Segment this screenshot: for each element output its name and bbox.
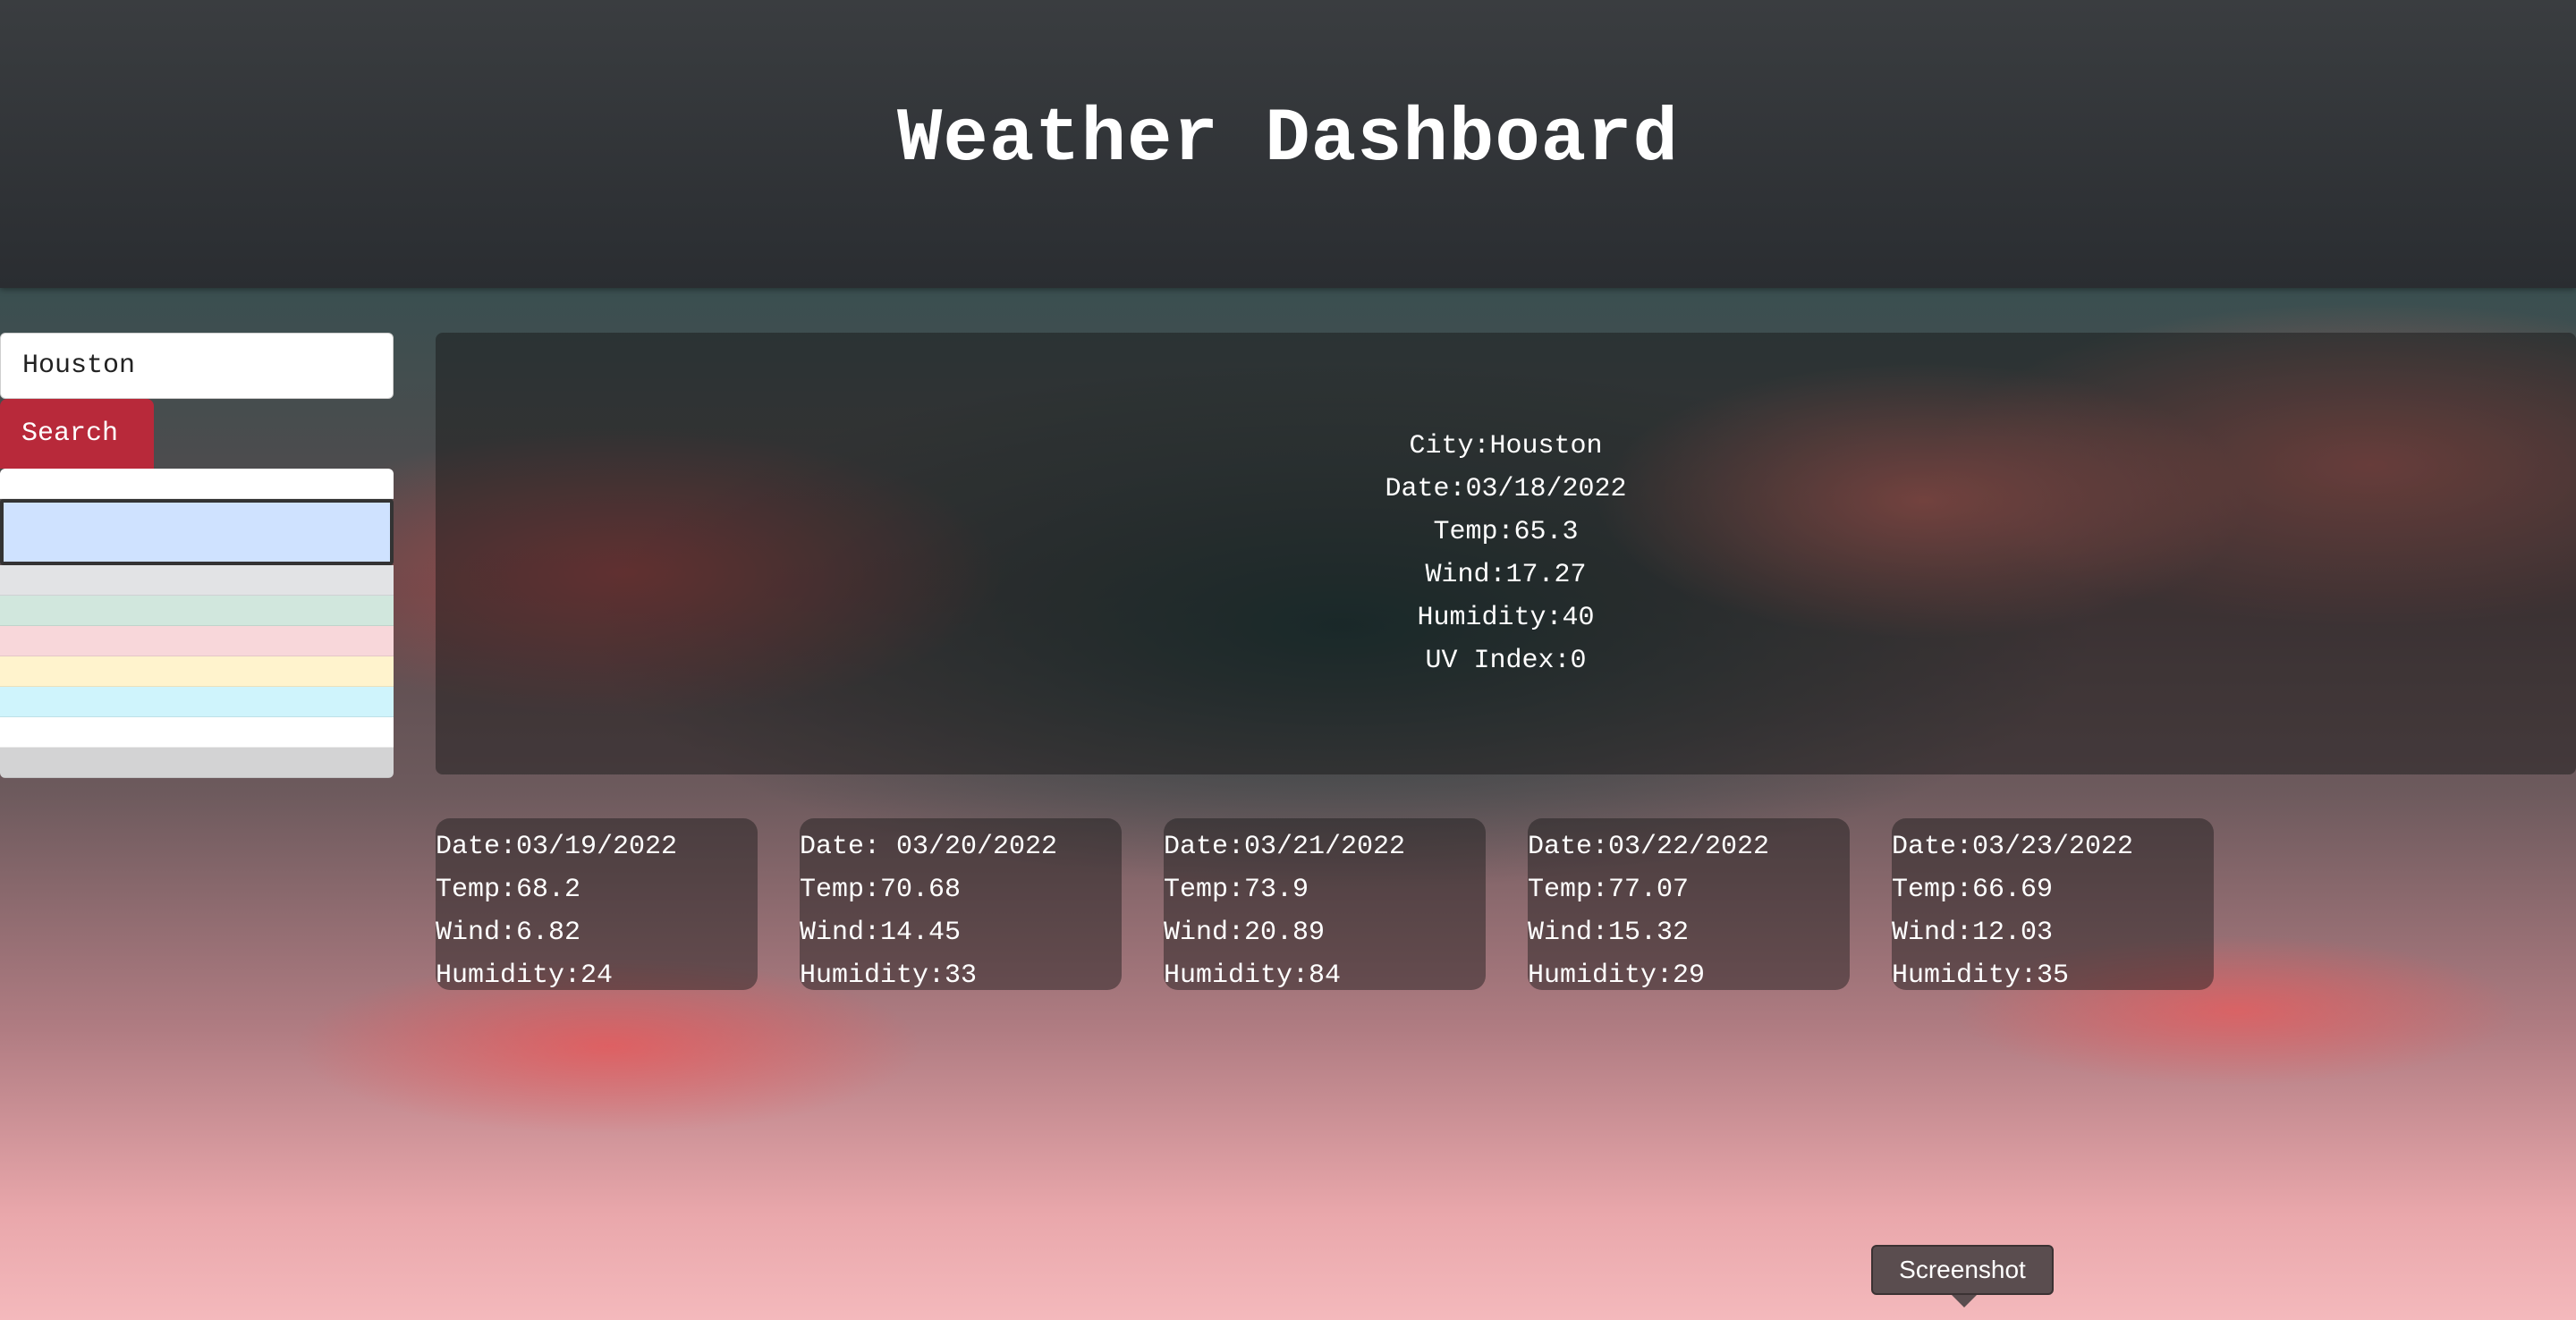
history-item[interactable]	[0, 717, 394, 748]
current-city: City:Houston	[1409, 431, 1603, 461]
forecast-wind: Wind:12.03	[1892, 918, 2054, 948]
forecast-date: Date:03/22/2022	[1528, 832, 1770, 862]
forecast-date: Date: 03/20/2022	[800, 832, 1058, 862]
city-search-input[interactable]	[0, 333, 394, 399]
forecast-date: Date:03/19/2022	[436, 832, 678, 862]
forecast-wind: Wind:20.89	[1164, 918, 1326, 948]
search-button[interactable]: Search	[0, 399, 154, 469]
forecast-temp: Temp:77.07	[1528, 875, 1690, 905]
history-item[interactable]	[0, 748, 394, 778]
current-temp: Temp:65.3	[1433, 517, 1579, 547]
forecast-card: Date: 03/20/2022 Temp:70.68 Wind:14.45 H…	[800, 818, 1122, 991]
history-item[interactable]	[0, 687, 394, 717]
forecast-wind: Wind:14.45	[800, 918, 962, 948]
forecast-card: Date:03/19/2022 Temp:68.2 Wind:6.82 Humi…	[436, 818, 758, 991]
forecast-humidity: Humidity:29	[1528, 960, 1706, 991]
forecast-temp: Temp:66.69	[1892, 875, 2054, 905]
search-sidebar: Search	[0, 333, 394, 778]
forecast-date: Date:03/23/2022	[1892, 832, 2134, 862]
forecast-wind: Wind:15.32	[1528, 918, 1690, 948]
forecast-card: Date:03/22/2022 Temp:77.07 Wind:15.32 Hu…	[1528, 818, 1850, 991]
forecast-humidity: Humidity:33	[800, 960, 978, 991]
current-uv-index: UV Index:0	[1425, 646, 1587, 676]
forecast-humidity: Humidity:24	[436, 960, 614, 991]
forecast-humidity: Humidity:35	[1892, 960, 2070, 991]
history-item-active[interactable]	[0, 499, 394, 565]
current-weather-card: City:Houston Date:03/18/2022 Temp:65.3 W…	[436, 333, 2576, 774]
forecast-date: Date:03/21/2022	[1164, 832, 1406, 862]
forecast-wind: Wind:6.82	[436, 918, 581, 948]
forecast-temp: Temp:68.2	[436, 875, 581, 905]
history-item[interactable]	[0, 626, 394, 656]
current-wind: Wind:17.27	[1425, 560, 1587, 590]
current-date: Date:03/18/2022	[1385, 474, 1627, 504]
history-item[interactable]	[0, 565, 394, 596]
forecast-humidity: Humidity:84	[1164, 960, 1342, 991]
history-item[interactable]	[0, 656, 394, 687]
forecast-temp: Temp:73.9	[1164, 875, 1309, 905]
current-humidity: Humidity:40	[1417, 603, 1595, 633]
search-history-list	[0, 469, 394, 778]
forecast-card: Date:03/21/2022 Temp:73.9 Wind:20.89 Hum…	[1164, 818, 1486, 991]
page-header: Weather Dashboard	[0, 0, 2576, 288]
forecast-card: Date:03/23/2022 Temp:66.69 Wind:12.03 Hu…	[1892, 818, 2214, 991]
history-item[interactable]	[0, 469, 394, 499]
forecast-temp: Temp:70.68	[800, 875, 962, 905]
page-title: Weather Dashboard	[897, 97, 1679, 182]
history-item[interactable]	[0, 596, 394, 626]
screenshot-tooltip: Screenshot	[1871, 1245, 2054, 1307]
